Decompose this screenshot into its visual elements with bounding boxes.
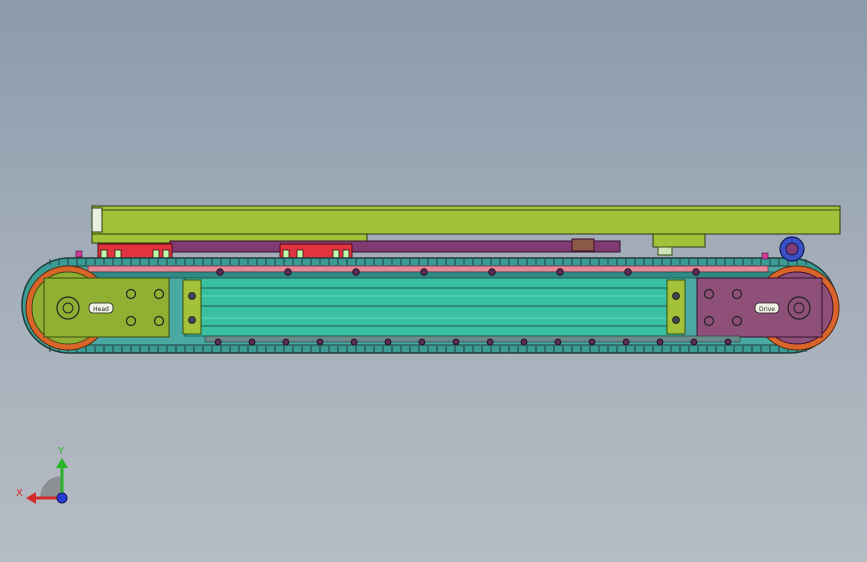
bottom-roller (452, 338, 460, 346)
y-axis-arrow (56, 458, 68, 468)
z-axis-dot (56, 492, 68, 504)
top-roller (216, 268, 224, 276)
small-magenta-pin (761, 252, 769, 260)
bottom-roller (520, 338, 528, 346)
cad-viewport[interactable]: Head Drive X Y (0, 0, 867, 562)
top-roller (420, 268, 428, 276)
x-axis-label: X (16, 488, 23, 499)
top-roller (692, 268, 700, 276)
right-rail-endcap (666, 279, 686, 335)
bottom-roller (656, 338, 664, 346)
y-axis-label: Y (57, 446, 65, 457)
pale-green-post (657, 246, 673, 256)
left-axle-hub[interactable] (56, 296, 80, 320)
right-plate-label: Drive (759, 306, 775, 313)
bottom-roller (282, 338, 290, 346)
bottom-roller (350, 338, 358, 346)
track-top-inner-band (59, 271, 801, 279)
top-roller (488, 268, 496, 276)
bottom-roller (554, 338, 562, 346)
bottom-roller (486, 338, 494, 346)
left-axle-hub-inner (62, 302, 74, 314)
endcap-bolt (672, 316, 680, 324)
purple-mid-bar (169, 240, 621, 253)
bottom-roller (248, 338, 256, 346)
left-magenta-pin (75, 250, 83, 258)
small-brown-block (571, 238, 595, 252)
x-axis-arrow (26, 492, 36, 504)
bottom-roller (588, 338, 596, 346)
top-roller (284, 268, 292, 276)
axis-triad[interactable]: X Y (12, 440, 102, 510)
bottom-roller (690, 338, 698, 346)
right-plate-label-group: Drive (754, 302, 780, 314)
bottom-roller (724, 338, 732, 346)
endcap-bolt (188, 316, 196, 324)
left-plate-label-group: Head (88, 302, 114, 314)
pink-strip (87, 265, 769, 273)
top-roller (556, 268, 564, 276)
top-beam-assembly[interactable] (91, 205, 841, 256)
bottom-roller (622, 338, 630, 346)
crawler-track-model[interactable]: Head Drive (0, 0, 867, 562)
right-idler-roller[interactable] (779, 236, 805, 262)
left-plate-label: Head (93, 306, 109, 313)
rail-body[interactable] (184, 277, 684, 337)
top-roller (352, 268, 360, 276)
left-rail-endcap (182, 279, 202, 335)
right-axle-hub-inner (793, 302, 805, 314)
right-support-block (652, 233, 706, 248)
track-frame-rail[interactable] (182, 277, 741, 343)
right-axle-hub[interactable] (787, 296, 811, 320)
top-roller (624, 268, 632, 276)
bottom-roller (418, 338, 426, 346)
idler-roller-inner (785, 242, 799, 256)
bottom-roller (384, 338, 392, 346)
top-beam-end-cap (91, 207, 103, 233)
bottom-roller (316, 338, 324, 346)
endcap-bolt (188, 292, 196, 300)
bottom-roller (214, 338, 222, 346)
endcap-bolt (672, 292, 680, 300)
